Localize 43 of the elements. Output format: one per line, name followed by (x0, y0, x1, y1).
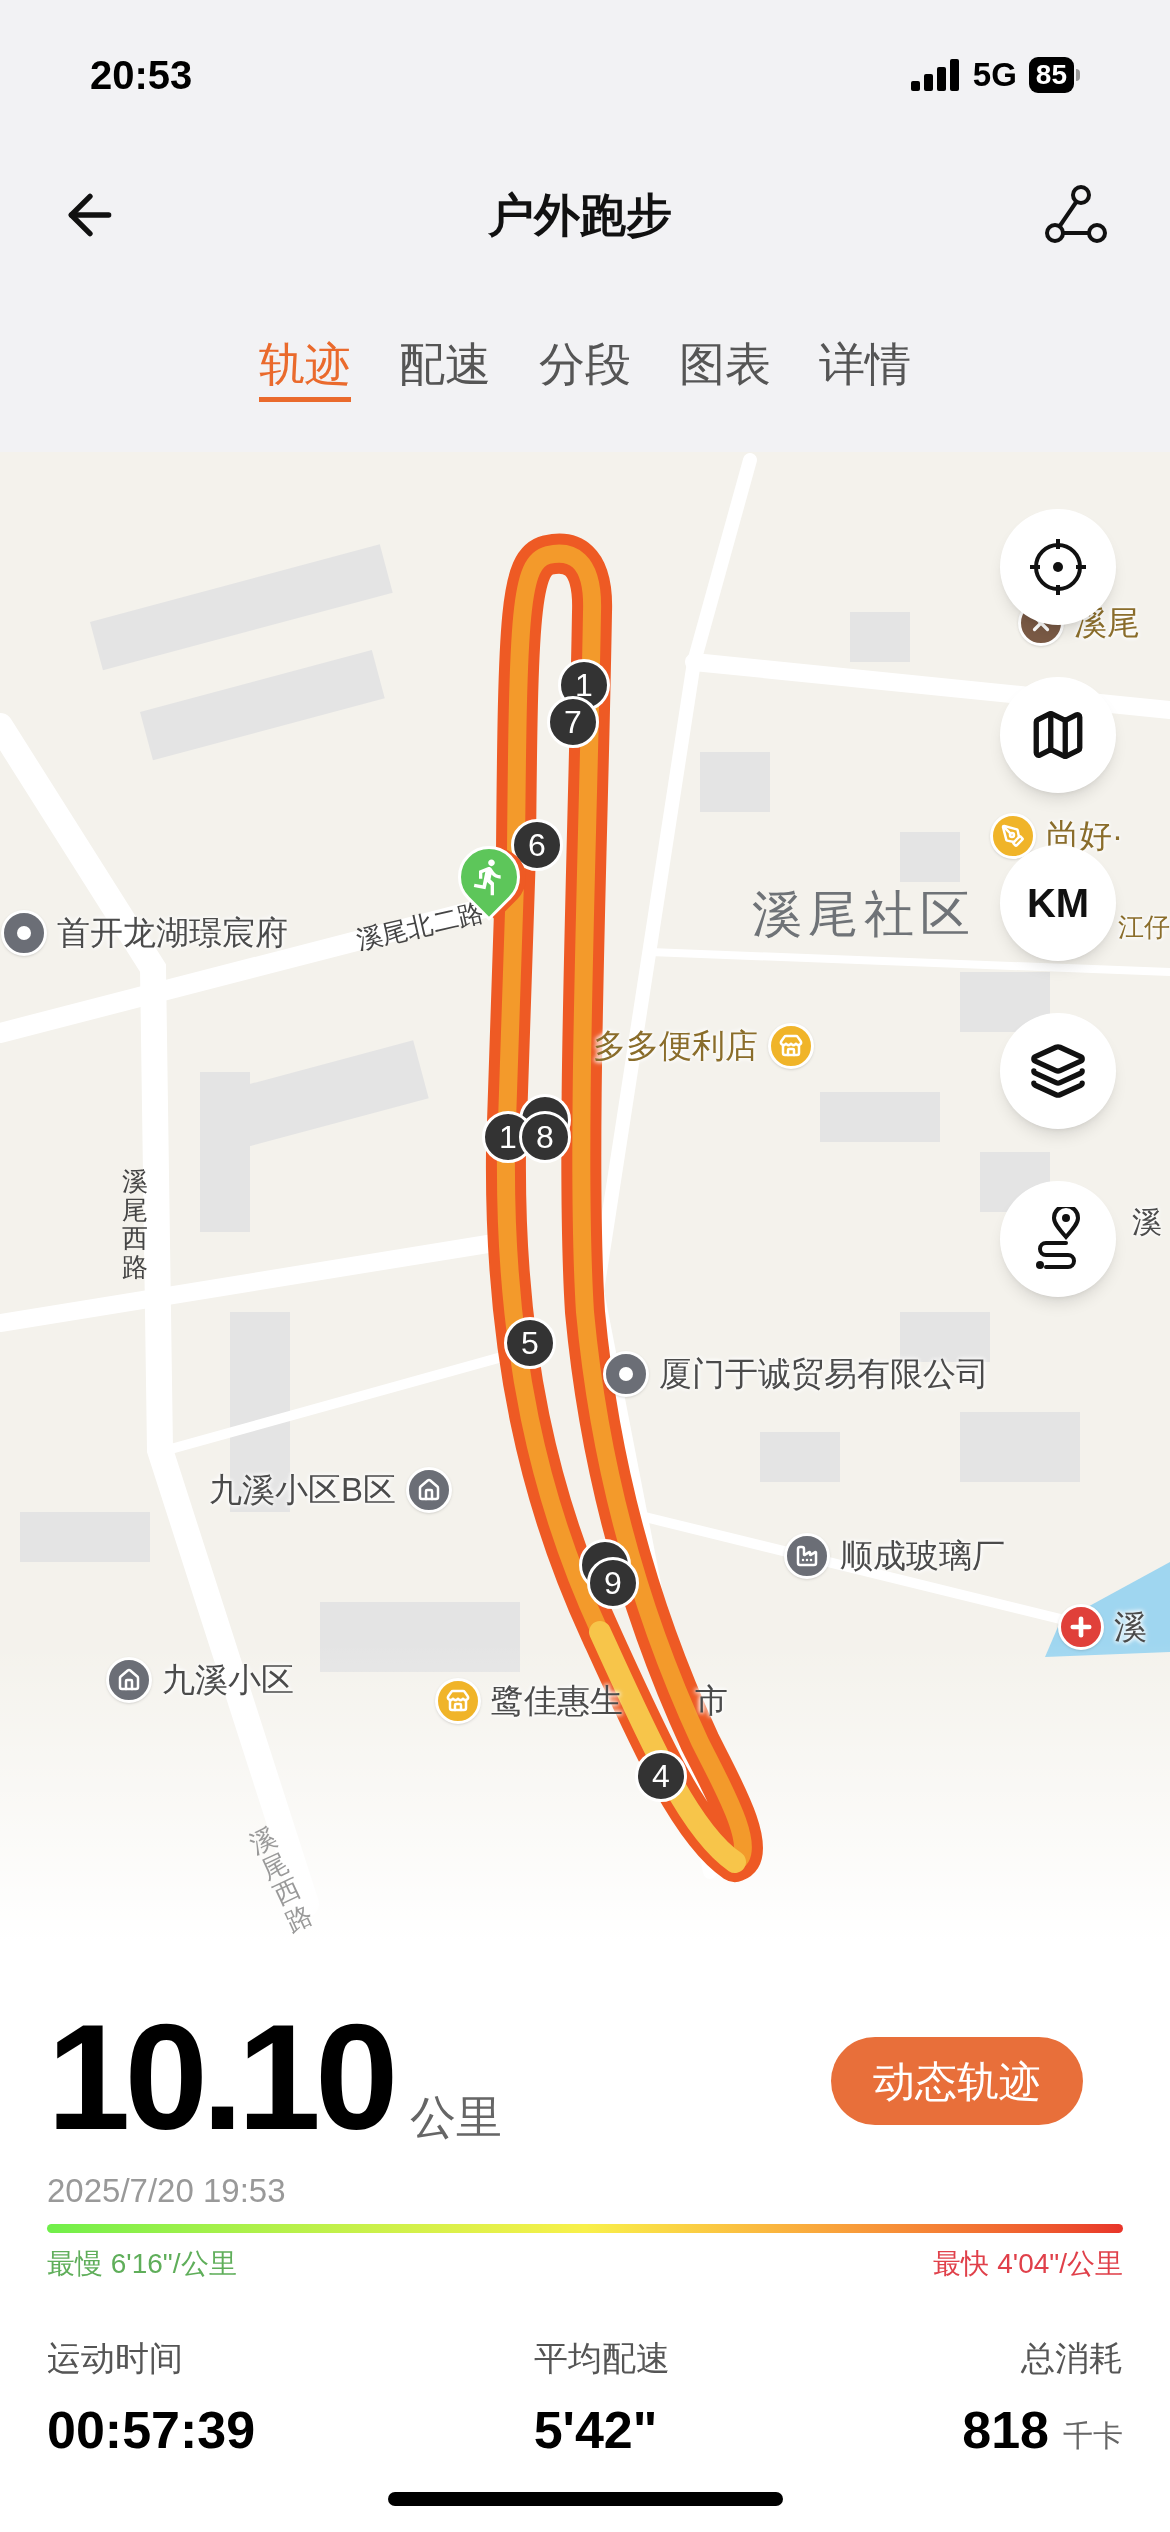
place-label: 九溪小区 (162, 1660, 294, 1700)
slowest-pace: 最慢 6'16"/公里 (47, 2246, 237, 2281)
factory-icon (784, 1532, 830, 1579)
signal-icon (910, 59, 961, 91)
road-label: 溪尾北二路 (352, 895, 488, 958)
tab[interactable]: 详情 (819, 330, 911, 402)
stat-value: 5'42" (533, 2401, 658, 2458)
distance-unit: 公里 (410, 2092, 503, 2142)
stat-value: 00:57:39 (47, 2401, 256, 2458)
layers-icon (1029, 1042, 1087, 1100)
stat-label: 运动时间 (47, 2337, 183, 2379)
place-label: 顺成玻璃厂 (840, 1536, 1005, 1576)
km-marker: 5 (504, 1317, 556, 1369)
area-label: 溪尾社区 (752, 885, 976, 944)
road-label: 溪尾西路 (245, 1821, 317, 1937)
stat-unit: 千卡 (1063, 2417, 1123, 2454)
tab[interactable]: 分段 (539, 330, 631, 402)
place-label: 溪 (1132, 1204, 1162, 1240)
place-label: 九溪小区B区 (209, 1470, 396, 1510)
tab[interactable]: 图表 (679, 330, 771, 402)
house-icon (106, 1656, 152, 1703)
status-time: 20:53 (90, 52, 193, 99)
place-label: 溪 (1114, 1607, 1147, 1647)
fastest-pace: 最快 4'04"/公里 (933, 2246, 1123, 2281)
tab[interactable]: 配速 (399, 330, 491, 402)
place-label: 厦门于诚贸易有限公司 (659, 1354, 989, 1394)
place-label: 江仔 (1118, 911, 1170, 944)
run-date: 2025/7/20 19:53 (47, 2171, 287, 2211)
network-type: 5G (972, 55, 1017, 96)
place-label: 首开龙湖璟宸府 (57, 913, 288, 953)
stat-label: 平均配速 (533, 2337, 670, 2379)
shop-icon (768, 1022, 814, 1069)
page-title: 户外跑步 (488, 187, 672, 243)
km-marker: 7 (547, 696, 599, 748)
road-label: 溪尾西路 (122, 1167, 148, 1282)
stat-label: 总消耗 (1021, 2337, 1123, 2379)
pen-icon (990, 812, 1036, 859)
km-marker: 6 (511, 819, 563, 871)
shop-icon (435, 1677, 481, 1724)
distance-value: 10.10 (47, 2012, 393, 2142)
house-icon (406, 1466, 452, 1513)
battery-icon: 85 (1028, 57, 1074, 93)
stat-value: 818 (962, 2401, 1049, 2458)
